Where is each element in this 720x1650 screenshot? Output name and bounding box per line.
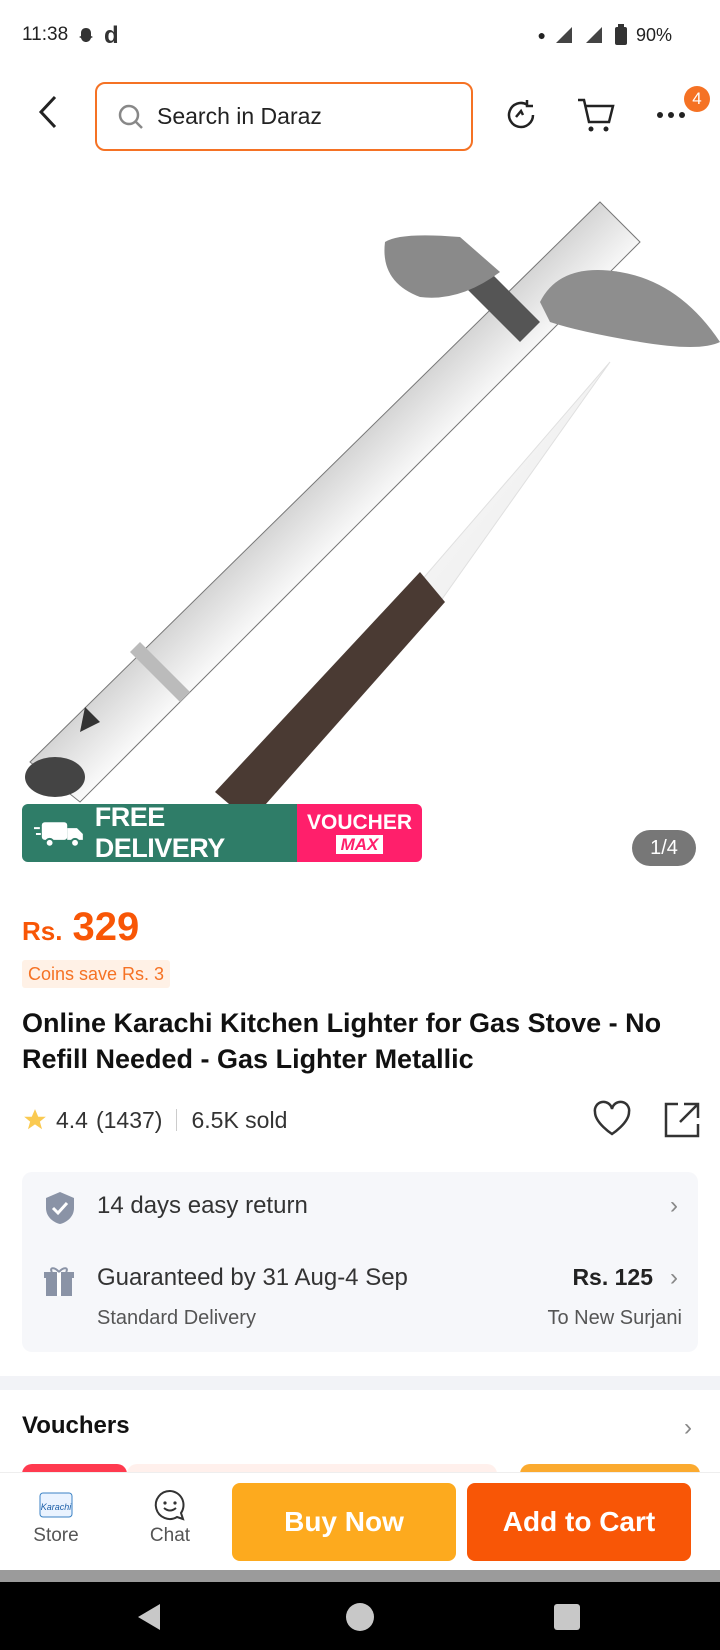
nav-home-icon[interactable] <box>343 1600 377 1634</box>
image-counter: 1/4 <box>632 830 696 866</box>
delivery-fee: Rs. 125 <box>572 1264 653 1290</box>
section-divider <box>0 1376 720 1390</box>
daraz-app-icon: d <box>104 22 119 49</box>
product-image-carousel[interactable]: FREE DELIVERY VOUCHER MAX 1/4 <box>0 162 720 882</box>
product-price: Rs. 329 <box>22 905 139 950</box>
share-refresh-button[interactable] <box>500 94 542 136</box>
signal-icon-2 <box>585 27 602 43</box>
refresh-icon <box>507 100 535 129</box>
add-to-cart-button[interactable]: Add to Cart <box>467 1483 691 1561</box>
free-delivery-badge: FREE DELIVERY <box>22 804 297 862</box>
voucher-max-badge: VOUCHER MAX <box>297 804 422 862</box>
buy-now-button[interactable]: Buy Now <box>232 1483 456 1561</box>
return-policy-row[interactable]: 14 days easy return › <box>22 1172 698 1244</box>
battery-icon <box>614 24 627 45</box>
gift-box-icon <box>44 1267 74 1296</box>
dot-icon: ● <box>537 27 546 43</box>
back-arrow-icon <box>38 95 57 129</box>
product-title: Online Karachi Kitchen Lighter for Gas S… <box>22 1008 662 1074</box>
more-dots-icon <box>657 112 685 118</box>
nav-recents-icon[interactable] <box>550 1600 584 1634</box>
delivery-info-card: 14 days easy return › Guaranteed by 31 A… <box>22 1172 698 1352</box>
rating-actions <box>592 1100 702 1140</box>
delivery-truck-icon <box>34 822 83 848</box>
status-time: 11:38 <box>22 24 69 45</box>
search-icon <box>118 104 143 129</box>
rating-separator <box>176 1109 178 1131</box>
battery-percent: 90% <box>635 24 672 45</box>
free-delivery-label: FREE DELIVERY <box>94 804 226 862</box>
delivery-type: Standard Delivery <box>97 1307 256 1329</box>
gesture-strip <box>0 1570 720 1582</box>
back-button[interactable] <box>28 92 68 132</box>
chat-label: Chat <box>149 1525 191 1546</box>
status-notification-icons: d <box>76 22 119 50</box>
delivery-destination: To New Surjani <box>547 1307 682 1329</box>
star-icon <box>24 1109 46 1130</box>
cart-icon <box>578 98 615 132</box>
shield-check-icon <box>46 1192 74 1224</box>
chevron-right-icon: › <box>670 1264 678 1291</box>
coins-save-tag: Coins save Rs. 3 <box>22 960 171 988</box>
search-input[interactable]: Search in Daraz <box>95 82 473 151</box>
search-placeholder: Search in Daraz <box>157 103 322 129</box>
guarantee-text: Guaranteed by 31 Aug-4 Sep <box>97 1264 408 1291</box>
bottom-action-bar: Karachi Store Chat Buy Now Add to Cart <box>0 1472 720 1570</box>
promo-banner: FREE DELIVERY VOUCHER MAX <box>22 804 422 862</box>
status-right-icons: ● 90% <box>537 24 672 46</box>
status-bar: 11:38 d ● 90% <box>0 0 720 72</box>
rating-count[interactable]: (1437) <box>96 1107 162 1134</box>
cart-button[interactable] <box>575 94 617 136</box>
return-policy-text: 14 days easy return <box>97 1192 308 1219</box>
voucher-max-label: MAX <box>335 835 384 854</box>
chevron-right-icon: › <box>670 1192 678 1219</box>
price-amount: 329 <box>72 905 140 949</box>
signal-icon <box>555 27 572 43</box>
store-logo-text: Karachi <box>41 1502 73 1512</box>
vouchers-title[interactable]: Vouchers <box>22 1412 130 1440</box>
sold-count: 6.5K sold <box>191 1106 288 1133</box>
snapchat-icon <box>79 28 93 42</box>
wishlist-heart-icon[interactable] <box>592 1100 632 1138</box>
store-button[interactable]: Karachi Store <box>16 1485 96 1547</box>
delivery-row[interactable]: Guaranteed by 31 Aug-4 Sep Rs. 125 › Sta… <box>22 1244 698 1352</box>
rating-row: 4.4 (1437) 6.5K sold <box>22 1100 702 1140</box>
chat-smile-icon <box>154 1489 185 1521</box>
android-nav-bar <box>0 1582 720 1650</box>
rating-value[interactable]: 4.4 <box>56 1107 88 1134</box>
cart-count-badge: 4 <box>684 86 710 112</box>
top-header: Search in Daraz 4 <box>0 72 720 162</box>
chevron-right-icon[interactable]: › <box>684 1414 692 1442</box>
chat-button[interactable]: Chat <box>130 1485 210 1547</box>
voucher-label: VOUCHER <box>306 811 412 834</box>
store-label: Store <box>33 1525 79 1546</box>
price-currency: Rs. <box>22 916 63 946</box>
store-logo-icon: Karachi <box>39 1492 73 1518</box>
nav-back-icon[interactable] <box>134 1600 168 1634</box>
share-icon[interactable] <box>662 1100 702 1140</box>
gas-lighter-product-image <box>25 201 720 822</box>
